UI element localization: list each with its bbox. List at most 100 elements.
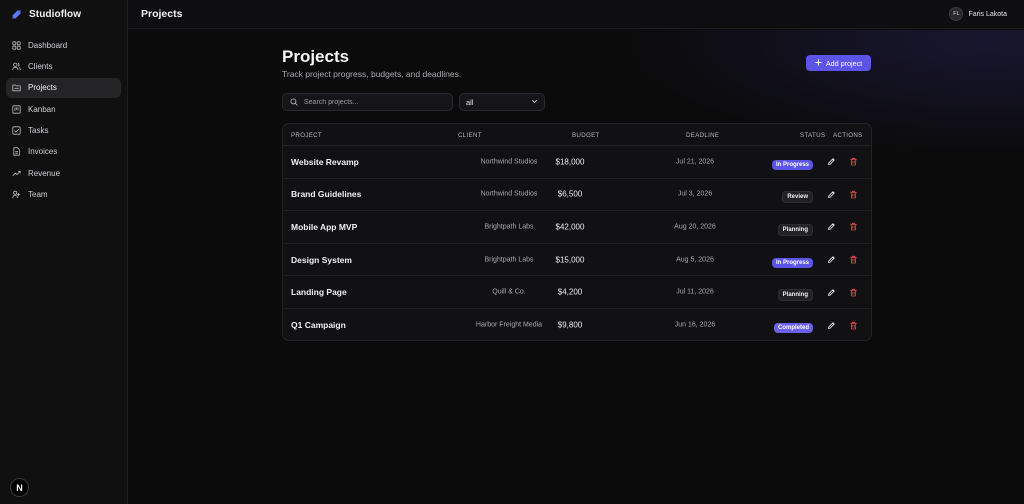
user-menu[interactable]: FL Faris Lakota <box>949 7 1007 21</box>
project-name[interactable]: Mobile App MVP <box>291 222 357 232</box>
sidebar-item-clients[interactable]: Clients <box>6 56 121 76</box>
table-row[interactable]: Q1 Campaign Harbor Freight Media $9,800 Jun… <box>283 309 871 340</box>
project-name[interactable]: Design System <box>291 255 352 265</box>
document-icon <box>12 147 21 156</box>
status-filter-select[interactable]: all <box>459 93 545 111</box>
kanban-icon <box>12 104 21 114</box>
sidebar-item-label: Invoices <box>28 147 58 157</box>
delete-icon[interactable] <box>848 189 858 199</box>
delete-icon[interactable] <box>848 320 858 330</box>
edit-icon[interactable] <box>826 222 836 232</box>
sidebar-item-label: Projects <box>28 83 57 93</box>
budget-value: $6,500 <box>557 189 583 199</box>
sidebar-item-projects[interactable]: Projects <box>6 77 121 98</box>
budget-value: $42,000 <box>555 222 585 232</box>
sidebar-item-tasks[interactable]: Tasks <box>6 120 121 140</box>
users-icon <box>12 62 21 71</box>
status-badge: Review <box>782 191 813 204</box>
status-badge: In Progress <box>771 159 813 170</box>
delete-icon[interactable] <box>848 157 858 167</box>
budget-value: $18,000 <box>555 157 585 167</box>
status-cell: In Progress <box>743 251 813 269</box>
budget-value: $4,200 <box>557 287 583 297</box>
deadline-date: Jul 3, 2026 <box>677 190 713 198</box>
brand[interactable]: Studioflow <box>0 0 127 29</box>
topbar-title: Projects <box>141 8 183 20</box>
add-project-button[interactable]: Add project <box>806 55 871 71</box>
edit-icon[interactable] <box>826 189 836 199</box>
status-cell: Planning <box>743 218 813 236</box>
header-status: STATUS <box>800 132 826 139</box>
delete-icon[interactable] <box>848 222 858 232</box>
header-actions: ACTIONS <box>833 132 863 139</box>
status-badge: Completed <box>773 323 813 334</box>
status-cell: Planning <box>743 283 813 302</box>
table-row[interactable]: Landing Page Quill & Co. $4,200 Jul 11, 202… <box>283 276 871 309</box>
studioflow-logo-icon <box>11 9 22 20</box>
delete-icon[interactable] <box>848 255 858 265</box>
project-name[interactable]: Landing Page <box>291 287 347 297</box>
edit-icon[interactable] <box>826 157 836 167</box>
budget-value: $9,800 <box>557 320 583 330</box>
status-cell: In Progress <box>743 153 813 171</box>
search-icon <box>290 93 298 111</box>
delete-icon[interactable] <box>848 287 858 297</box>
checkbox-icon <box>12 126 21 135</box>
main-content: Projects Track project progress, budgets… <box>128 30 1024 504</box>
edit-icon[interactable] <box>826 255 836 265</box>
sidebar-item-team[interactable]: Team <box>6 184 121 204</box>
sidebar-nav: Dashboard Clients Projects Kanban Tasks Invoi… <box>0 35 127 204</box>
edit-icon[interactable] <box>826 287 836 297</box>
sidebar-item-invoices[interactable]: Invoices <box>6 142 121 162</box>
status-cell: Completed <box>743 316 813 334</box>
page-title: Projects <box>282 47 350 66</box>
edit-icon[interactable] <box>826 320 836 330</box>
project-name[interactable]: Website Revamp <box>291 157 359 167</box>
deadline-date: Aug 20, 2026 <box>674 223 716 231</box>
chevron-down-icon <box>531 98 538 107</box>
search-box[interactable] <box>282 93 453 111</box>
app-name: Studioflow <box>29 9 82 20</box>
sidebar: Studioflow Dashboard Clients Projects Kanba… <box>0 0 128 504</box>
trend-icon <box>12 169 21 178</box>
deadline-date: Aug 5, 2026 <box>676 256 714 264</box>
sidebar-item-label: Clients <box>28 61 53 71</box>
grid-icon <box>12 40 21 50</box>
sidebar-item-kanban[interactable]: Kanban <box>6 99 121 119</box>
status-badge: Planning <box>777 223 813 236</box>
filter-value: all <box>466 97 474 107</box>
sidebar-item-revenue[interactable]: Revenue <box>6 163 121 183</box>
header-client: CLIENT <box>458 132 482 139</box>
folder-icon <box>12 83 21 92</box>
status-badge: Planning <box>777 289 813 302</box>
status-cell: Review <box>743 185 813 204</box>
table-row[interactable]: Design System Brightpath Labs $15,000 Aug 5… <box>283 244 871 277</box>
budget-value: $15,000 <box>555 255 585 265</box>
sidebar-item-label: Tasks <box>28 125 49 135</box>
team-icon <box>12 190 21 199</box>
user-name: Faris Lakota <box>968 10 1007 18</box>
table-body: Website Revamp Northwind Studios $18,000 Ju… <box>283 146 871 340</box>
project-name[interactable]: Brand Guidelines <box>291 189 361 199</box>
deadline-date: Jul 11, 2026 <box>676 288 714 296</box>
project-name[interactable]: Q1 Campaign <box>291 320 346 330</box>
nextjs-badge[interactable]: N <box>10 478 29 497</box>
projects-table: PROJECT CLIENT BUDGET DEADLINE STATUS AC… <box>282 123 872 341</box>
sidebar-item-label: Kanban <box>28 104 56 114</box>
header-budget: BUDGET <box>572 132 600 139</box>
table-row[interactable]: Brand Guidelines Northwind Studios $6,500 J… <box>283 179 871 212</box>
status-badge: In Progress <box>771 257 813 268</box>
header-project: PROJECT <box>291 132 322 139</box>
header-deadline: DEADLINE <box>686 132 720 139</box>
sidebar-item-dashboard[interactable]: Dashboard <box>6 35 121 55</box>
plus-icon <box>815 58 822 68</box>
sidebar-item-label: Team <box>28 189 48 199</box>
page-subtitle: Track project progress, budgets, and dea… <box>282 69 462 79</box>
search-input[interactable] <box>304 98 444 106</box>
top-bar: Projects FL Faris Lakota <box>128 0 1024 29</box>
sidebar-item-label: Dashboard <box>28 40 68 50</box>
table-row[interactable]: Website Revamp Northwind Studios $18,000 Ju… <box>283 146 871 179</box>
avatar: FL <box>949 7 964 21</box>
table-row[interactable]: Mobile App MVP Brightpath Labs $42,000 Aug … <box>283 211 871 244</box>
sidebar-item-label: Revenue <box>28 168 61 178</box>
